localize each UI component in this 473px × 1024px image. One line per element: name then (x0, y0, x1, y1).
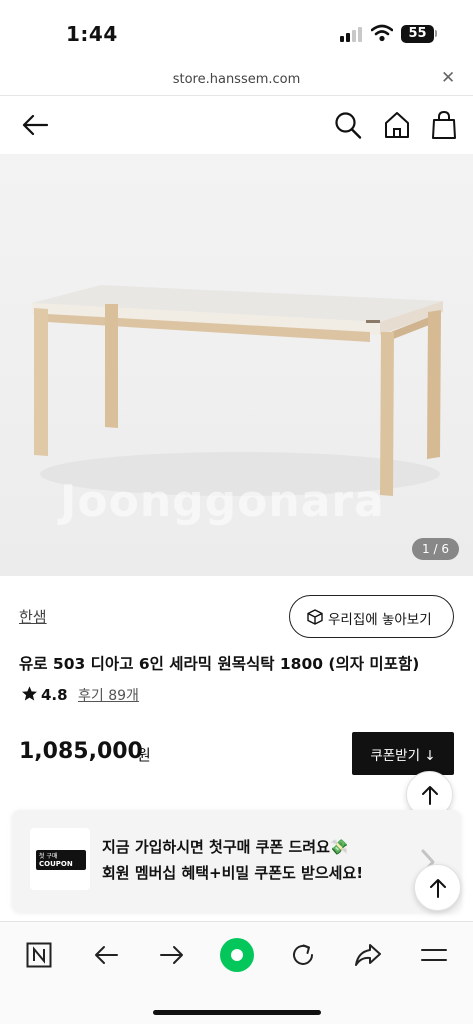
green-dot-icon[interactable] (219, 937, 255, 973)
ticket-big-text: COUPON (39, 860, 73, 868)
get-coupon-button[interactable]: 쿠폰받기 ↓ (352, 732, 454, 775)
image-counter: 1 / 6 (412, 538, 459, 560)
cube-icon (307, 609, 323, 625)
url-text[interactable]: store.hanssem.com (0, 72, 473, 87)
ticket-small-text: 첫 구매 (39, 853, 58, 860)
back-arrow-icon[interactable] (20, 110, 50, 140)
price-currency: 원 (137, 746, 151, 764)
star-icon (22, 686, 37, 701)
view-in-room-button[interactable]: 우리집에 놓아보기 (289, 595, 454, 638)
menu-icon[interactable] (420, 942, 448, 968)
arrow-up-icon (422, 786, 438, 805)
search-icon[interactable] (334, 110, 362, 140)
battery-cap (435, 30, 437, 37)
arrow-up-icon (430, 879, 446, 898)
brand-link[interactable]: 한샘 (19, 606, 47, 627)
coupon-ticket-icon: 첫 구매 COUPON (36, 850, 86, 870)
product-title: 유로 503 디아고 6인 세라믹 원목식탁 1800 (의자 미포함) (19, 655, 420, 673)
signup-coupon-banner[interactable]: 첫 구매 COUPON 지금 가입하시면 첫구매 쿠폰 드려요💸 회원 멤버십 … (12, 810, 461, 912)
home-indicator (153, 1010, 321, 1015)
back-icon[interactable] (93, 942, 119, 968)
price-value: 1,085,000 (19, 739, 143, 764)
refresh-icon[interactable] (290, 942, 316, 968)
banner-scroll-top-button[interactable] (414, 864, 461, 911)
product-image-gallery[interactable]: Joonggonara 1 / 6 (0, 154, 473, 576)
banner-line-2: 회원 멤버십 혜택+비밀 쿠폰도 받으세요! (102, 864, 364, 882)
rating-value: 4.8 (41, 686, 68, 704)
coupon-thumbnail: 첫 구매 COUPON (30, 828, 90, 890)
signal-icon (340, 27, 364, 42)
watermark-text: Joonggonara (60, 476, 385, 527)
wifi-icon (371, 24, 393, 42)
battery-indicator: 55 (401, 25, 434, 43)
view-in-room-label: 우리집에 놓아보기 (328, 612, 432, 628)
close-icon[interactable]: ✕ (441, 68, 455, 88)
share-icon[interactable] (354, 942, 382, 968)
forward-icon[interactable] (159, 942, 185, 968)
status-bar: 1:44 55 (0, 0, 473, 62)
naver-n-icon[interactable] (26, 942, 52, 968)
site-header (0, 96, 473, 154)
home-icon[interactable] (383, 110, 411, 140)
browser-toolbar (0, 921, 473, 1024)
browser-url-bar[interactable]: store.hanssem.com ✕ (0, 62, 473, 96)
banner-line-1: 지금 가입하시면 첫구매 쿠폰 드려요💸 (102, 838, 349, 856)
reviews-link[interactable]: 후기 89개 (78, 685, 139, 705)
shopping-bag-icon[interactable] (431, 110, 457, 140)
status-time: 1:44 (66, 22, 118, 46)
